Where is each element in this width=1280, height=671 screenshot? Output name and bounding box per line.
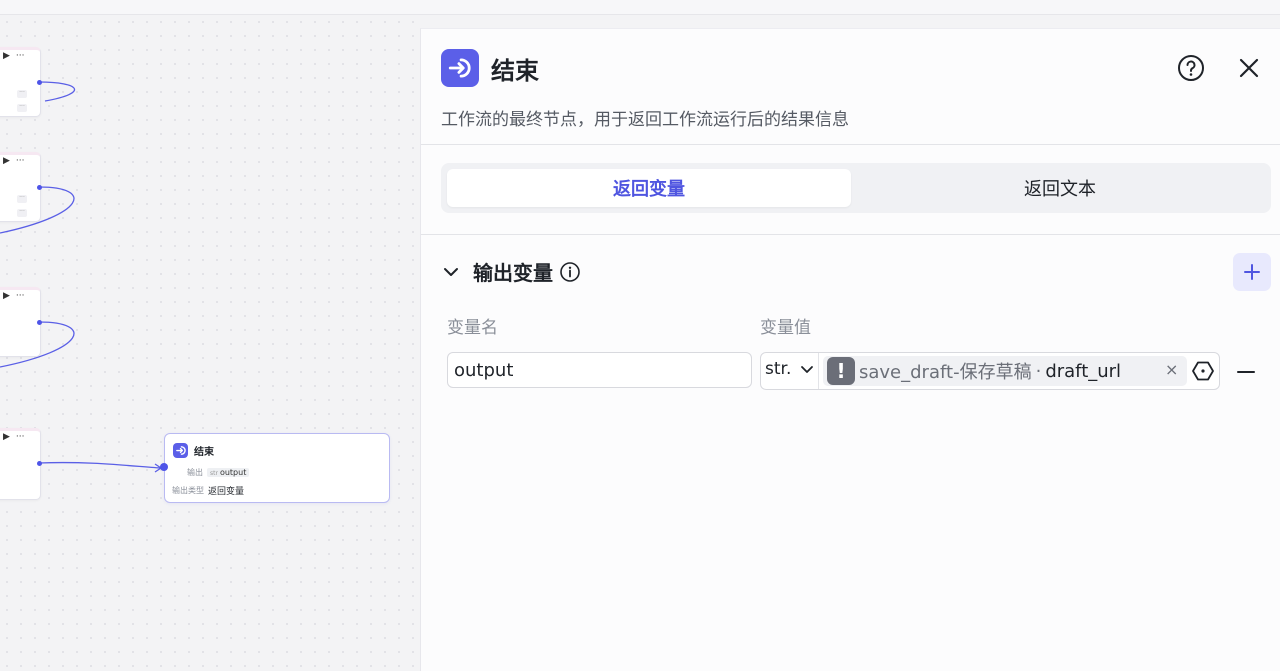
separator (818, 353, 819, 389)
output-port[interactable] (37, 461, 42, 466)
panel-title: 结束 (491, 56, 539, 85)
workflow-node[interactable]: ▶ ··· (0, 428, 41, 500)
node-header: ▶ ··· (3, 51, 25, 61)
type-select-label: str. (765, 359, 792, 379)
tab-return-variable[interactable]: 返回变量 (447, 169, 851, 207)
close-icon (1239, 58, 1259, 78)
workflow-node[interactable]: ▶ ··· ··· ··· (0, 152, 41, 222)
section-title: 输出变量 (473, 261, 553, 285)
reference-source: save_draft-保存草稿 (859, 362, 1032, 383)
output-label: 输出 (187, 468, 203, 477)
top-bar (0, 0, 1280, 15)
plus-icon (1244, 264, 1260, 280)
info-icon[interactable] (559, 261, 581, 283)
output-tag: str output (207, 468, 250, 477)
end-icon (173, 442, 188, 458)
chevron-down-icon (801, 366, 814, 373)
help-button[interactable] (1177, 54, 1205, 82)
variable-picker-button[interactable] (1191, 359, 1215, 383)
type-select[interactable]: str. (765, 359, 815, 379)
return-mode-tabs: 返回变量 返回文本 (441, 163, 1271, 213)
output-port[interactable] (37, 320, 42, 325)
workflow-canvas[interactable]: ▶ ··· ··· ··· ▶ ··· ··· ··· ▶ ··· ▶ ··· 结束 输… (0, 15, 420, 670)
node-config-panel: 结束 工作流的最终节点，用于返回工作流运行后的结果信息 返回变量 返回文本 输出… (420, 28, 1280, 671)
add-variable-button[interactable] (1233, 253, 1271, 291)
workflow-node[interactable]: ▶ ··· (0, 287, 41, 357)
help-icon (1178, 55, 1204, 81)
mode-label: 输出类型 (172, 486, 204, 495)
divider (421, 234, 1280, 235)
variable-value-field: str. ! save_draft-保存草稿 · draft_url × (760, 352, 1220, 390)
column-header-value: 变量值 (760, 318, 811, 338)
variable-reference-chip[interactable]: ! save_draft-保存草稿 · draft_url × (823, 356, 1187, 386)
workflow-node[interactable]: ▶ ··· ··· ··· (0, 47, 41, 117)
edges (0, 81, 163, 473)
mode-value: 返回变量 (208, 487, 245, 497)
clear-reference-button[interactable]: × (1165, 360, 1178, 379)
end-node[interactable]: 结束 输出 str output 输出类型 返回变量 (160, 433, 390, 503)
tab-return-text[interactable]: 返回文本 (855, 169, 1265, 207)
end-node-title: 结束 (194, 446, 214, 458)
node-header: ▶ ··· (3, 291, 25, 301)
panel-description: 工作流的最终节点，用于返回工作流运行后的结果信息 (441, 110, 849, 130)
reference-separator: · (1035, 360, 1042, 382)
variable-name-input[interactable] (447, 352, 752, 388)
close-button[interactable] (1235, 54, 1263, 82)
output-port[interactable] (37, 185, 42, 190)
warning-icon: ! (827, 357, 855, 385)
output-port[interactable] (37, 80, 42, 85)
input-port[interactable] (160, 463, 168, 471)
reference-field: draft_url (1045, 360, 1122, 382)
column-header-name: 变量名 (447, 318, 498, 338)
output-variables-section: 输出变量 (441, 257, 581, 286)
minus-icon (1237, 371, 1255, 373)
node-header: ▶ ··· (3, 156, 25, 166)
variable-icon (1192, 361, 1214, 381)
divider (421, 144, 1280, 145)
node-header: ▶ ··· (3, 432, 25, 442)
chevron-down-icon[interactable] (441, 262, 461, 282)
end-icon (441, 49, 479, 87)
remove-variable-button[interactable] (1233, 359, 1259, 385)
